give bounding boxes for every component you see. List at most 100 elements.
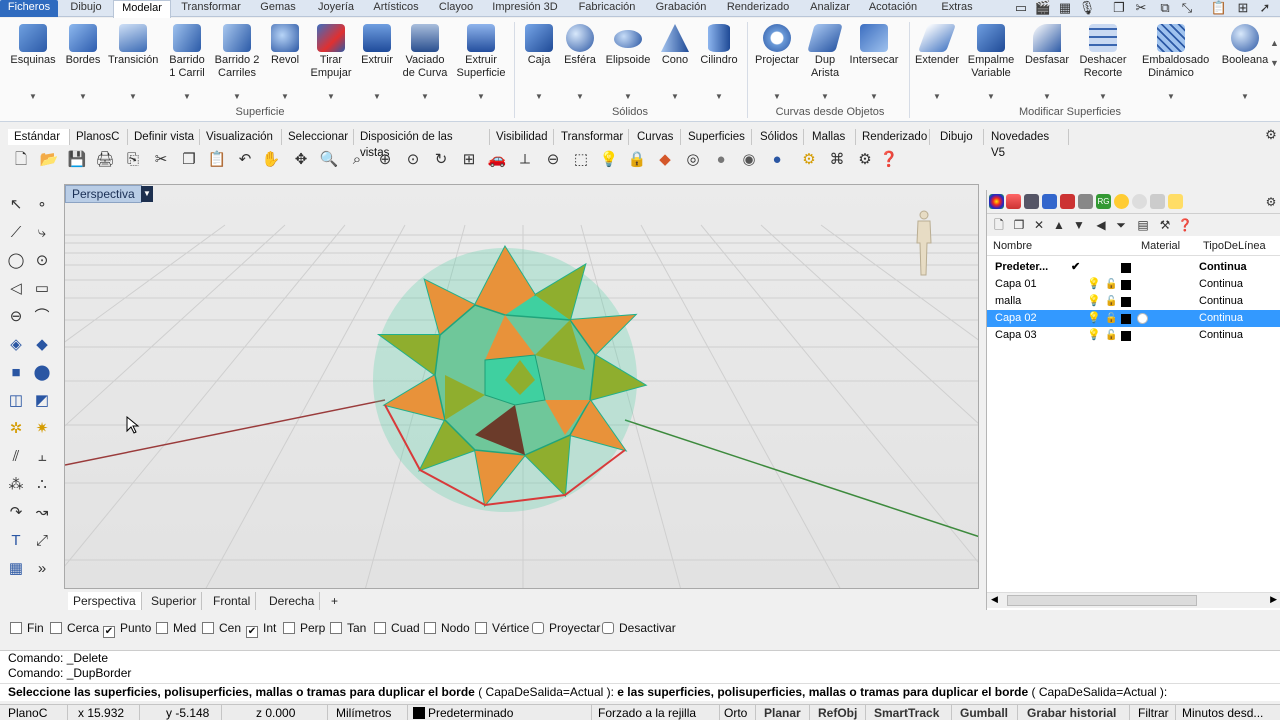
unlock-icon[interactable]: 🔓 <box>1105 310 1117 327</box>
checkbox[interactable] <box>424 622 436 634</box>
checkbox[interactable] <box>602 622 614 634</box>
column-name[interactable]: Nombre <box>993 240 1032 252</box>
lights-tab-icon[interactable] <box>1078 194 1093 209</box>
tab-grabacion[interactable]: Grabación <box>648 0 714 17</box>
projectar-button[interactable]: Projectar ▼ <box>752 22 802 101</box>
grid-icon[interactable]: ⊞ <box>1234 0 1252 16</box>
checkbox[interactable] <box>50 622 62 634</box>
offset-curve-icon[interactable]: ↝ <box>30 502 54 524</box>
rectangle-icon[interactable]: ▭ <box>30 278 54 300</box>
pan-icon[interactable]: ✋ <box>260 149 282 171</box>
tools-icon[interactable]: ⚒ <box>1157 217 1173 233</box>
unlock-icon[interactable]: 🔓 <box>1105 276 1117 293</box>
tab-renderizado-tb[interactable]: Renderizado <box>858 129 930 145</box>
fillet-curve-icon[interactable]: ⌒ <box>30 306 54 328</box>
layers-tab-icon[interactable] <box>1006 194 1021 209</box>
osnap-vertice[interactable]: Vértice <box>475 621 529 635</box>
solid-box-icon[interactable]: ■ <box>4 362 28 384</box>
layer-color-swatch[interactable] <box>1121 280 1131 290</box>
display-tab-icon[interactable] <box>1024 194 1039 209</box>
tab-analizar[interactable]: Analizar <box>802 0 858 17</box>
tab-extras[interactable]: Extras <box>930 0 984 17</box>
circle-icon[interactable]: ◯ <box>4 250 28 272</box>
new-sublayer-icon[interactable]: ❐ <box>1011 217 1027 233</box>
sun-tab-icon[interactable] <box>1114 194 1129 209</box>
status-smarttrack[interactable]: SmartTrack <box>866 705 952 720</box>
column-material[interactable]: Material <box>1141 240 1180 252</box>
tab-mallas[interactable]: Mallas <box>808 129 856 145</box>
cut-icon[interactable]: ✂ <box>1132 0 1150 16</box>
lightbulb-icon[interactable]: 💡 <box>1087 327 1101 344</box>
new-layer-icon[interactable]: 🗋 <box>991 217 1007 233</box>
arrow-icon[interactable]: ➚ <box>1256 0 1274 16</box>
osnap-int[interactable]: ✔ Int <box>246 621 276 638</box>
viewport-tab-superior[interactable]: Superior <box>146 592 203 610</box>
booleana-button[interactable]: Booleana ▼ <box>1218 22 1272 101</box>
cut-icon[interactable]: ✂ <box>150 149 172 171</box>
osnap-tan[interactable]: Tan <box>330 621 366 635</box>
group-icon[interactable]: ⁂ <box>4 474 28 496</box>
layer-row[interactable]: Capa 01 💡 🔓 Continua <box>987 276 1280 293</box>
layer-icon[interactable]: ◆ <box>654 149 676 171</box>
polygon-icon[interactable]: ⊖ <box>4 306 28 328</box>
tab-transformar-tb[interactable]: Transformar <box>557 129 629 145</box>
vaciado-de-curva-button[interactable]: Vaciado de Curva ▼ <box>400 22 450 101</box>
tab-acotacion[interactable]: Acotación <box>862 0 924 17</box>
library-icon[interactable]: ▤ <box>1135 217 1151 233</box>
select-arrow-icon[interactable]: ↖ <box>4 194 28 216</box>
move-curve-icon[interactable]: ↷ <box>4 502 28 524</box>
tab-novedades-v5[interactable]: Novedades V5 <box>987 129 1069 159</box>
resize-icon[interactable]: ⤡ <box>1178 0 1196 16</box>
scroll-right-icon[interactable]: ▶ <box>1270 594 1277 605</box>
materials-tab-icon[interactable] <box>1060 194 1075 209</box>
osnap-perp[interactable]: Perp <box>283 621 325 635</box>
layer-color-swatch[interactable] <box>1121 297 1131 307</box>
layer-row-selected[interactable]: Capa 02 💡 🔓 Continua <box>987 310 1280 327</box>
prompt-option[interactable]: ( CapaDeSalida=Actual ): <box>1031 685 1167 699</box>
extender-button[interactable]: Extender ▼ <box>912 22 962 101</box>
move-out-icon[interactable]: ◀ <box>1093 217 1109 233</box>
surface-icon[interactable]: ◈ <box>4 334 28 356</box>
tab-dibujo[interactable]: Dibujo <box>60 0 112 17</box>
trim-icon[interactable]: ⫽ <box>4 446 28 468</box>
clapper-icon[interactable]: 🎬 <box>1034 0 1052 16</box>
tab-modelar[interactable]: Modelar <box>113 0 171 18</box>
properties-tab-icon[interactable] <box>989 194 1004 209</box>
checkbox-checked[interactable]: ✔ <box>103 626 115 638</box>
status-planar[interactable]: Planar <box>756 705 810 720</box>
esquinas-button[interactable]: Esquinas ▼ <box>8 22 58 101</box>
paste-icon[interactable]: 📋 <box>206 149 228 171</box>
select-icon[interactable]: ⬚ <box>570 149 592 171</box>
extruir-button[interactable]: Extruir ▼ <box>352 22 402 101</box>
copy-icon[interactable]: ❐ <box>178 149 200 171</box>
column-linetype[interactable]: TipoDeLínea <box>1203 240 1266 252</box>
film-icon[interactable]: ▦ <box>1056 0 1074 16</box>
layer-color-swatch[interactable] <box>1121 331 1131 341</box>
revol-button[interactable]: Revol ▼ <box>260 22 310 101</box>
tab-clayoo[interactable]: Clayoo <box>430 0 482 17</box>
extruir-superficie-button[interactable]: Extruir Superficie ▼ <box>456 22 506 101</box>
deshacer-recorte-button[interactable]: Deshacer Recorte ▼ <box>1078 22 1128 101</box>
copy-icon[interactable]: ❐ <box>1110 0 1128 16</box>
tab-disposicion-vistas[interactable]: Disposición de las vistas <box>356 129 490 159</box>
add-viewport-tab-button[interactable]: + <box>326 592 343 610</box>
zoom-window-icon[interactable]: ⌕ <box>346 149 368 171</box>
status-plane[interactable]: PlanoC <box>0 705 68 720</box>
tab-planosc[interactable]: PlanosC <box>72 129 128 145</box>
point-icon[interactable]: ∘ <box>30 194 54 216</box>
status-grid-snap[interactable]: Forzado a la rejilla <box>592 705 720 720</box>
tab-renderizado[interactable]: Renderizado <box>718 0 798 17</box>
scrollbar-thumb[interactable] <box>1007 595 1197 606</box>
layer-color-swatch[interactable] <box>1121 314 1131 324</box>
lightbulb-icon[interactable]: 💡 <box>1087 276 1101 293</box>
scroll-left-icon[interactable]: ◀ <box>991 594 998 605</box>
delete-layer-icon[interactable]: ✕ <box>1031 217 1047 233</box>
move-down-icon[interactable]: ▼ <box>1071 217 1087 233</box>
undo-view-icon[interactable]: ↻ <box>430 149 452 171</box>
bordes-button[interactable]: Bordes ▼ <box>58 22 108 101</box>
more-tools-icon[interactable]: » <box>30 558 54 580</box>
viewport-tab-frontal[interactable]: Frontal <box>208 592 257 610</box>
osnap-icon[interactable]: ⊖ <box>542 149 564 171</box>
tab-visibilidad[interactable]: Visibilidad <box>492 129 554 145</box>
help-icon[interactable]: ❓ <box>1177 217 1193 233</box>
